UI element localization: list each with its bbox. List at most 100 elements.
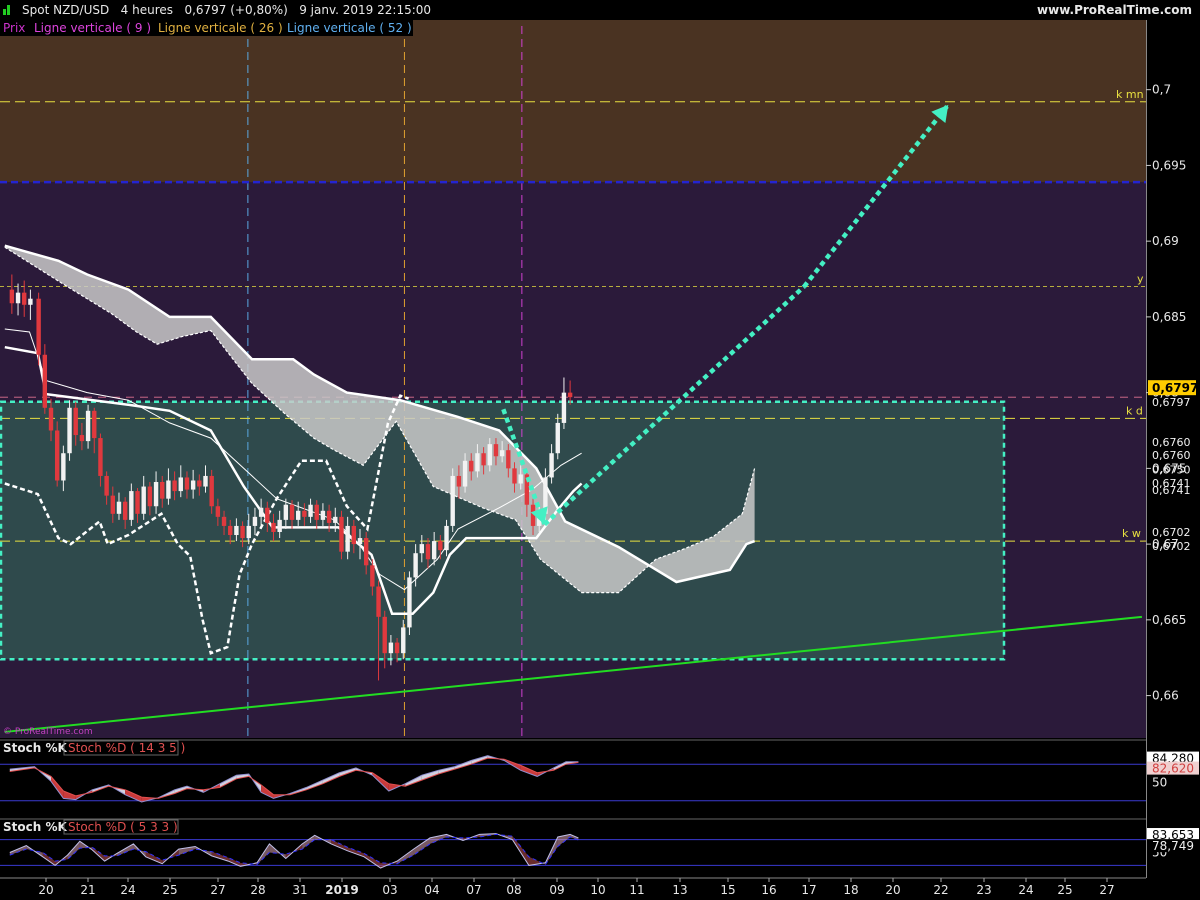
stoch-2-legend-d: Stoch %D ( 5 3 3 ) — [68, 820, 178, 834]
candle-bull — [246, 525, 251, 539]
stoch-2-legend-k: Stoch %K — [3, 820, 67, 834]
candle-bull — [357, 538, 363, 545]
candle-bear — [221, 516, 227, 526]
candle-bear — [438, 541, 443, 551]
date-tick-label: 25 — [1057, 883, 1072, 897]
chart-canvas[interactable]: k mn y k d k w Prix Ligne verticale ( 9 ) Lign… — [0, 20, 1200, 900]
candle-bull — [141, 486, 146, 514]
level-kw-label: k w — [1122, 527, 1141, 540]
axis-value-label: 0,6741 — [1152, 484, 1191, 497]
candle-bear — [122, 501, 128, 520]
candle-bull — [518, 474, 523, 484]
date-tick-label: 22 — [933, 883, 948, 897]
candle-bear — [98, 438, 103, 476]
price-tick-label: 0,665 — [1152, 613, 1186, 627]
candle-bull — [561, 392, 567, 423]
level-y-label: y — [1137, 273, 1144, 286]
date-tick-label: 27 — [210, 883, 225, 897]
price-tick-label: 0,695 — [1152, 158, 1186, 172]
candle-bull — [333, 516, 338, 523]
candle-bear — [271, 522, 276, 532]
candle-bear — [351, 525, 357, 545]
date-tick-label: 13 — [672, 883, 687, 897]
candle-bull — [28, 298, 33, 305]
candle-bull — [61, 453, 66, 481]
date-tick-label: 03 — [382, 883, 397, 897]
candle-bear — [339, 516, 344, 552]
candle-bull — [129, 491, 134, 520]
level-kd-label: k d — [1126, 404, 1143, 417]
candle-bear — [135, 491, 140, 514]
watermark: © ProRealTime.com — [3, 727, 93, 737]
candle-bear — [215, 506, 221, 517]
date-tick-label: 20 — [885, 883, 900, 897]
candle-bear — [9, 289, 15, 304]
date-tick-label: 10 — [590, 883, 605, 897]
title-bar: Spot NZD/USD 4 heures 0,6797 (+0,80%) 9 … — [0, 0, 1200, 20]
candle-bear — [92, 410, 97, 439]
candle-bull — [234, 525, 239, 536]
candle-bull — [203, 475, 208, 487]
candle-bear — [326, 510, 332, 523]
price-tick-label: 0,7 — [1152, 83, 1171, 97]
candle-bear — [289, 504, 295, 520]
candle-bear — [506, 450, 511, 469]
candle-bull — [67, 407, 72, 454]
candle-bull — [277, 519, 282, 532]
candle-bull — [487, 444, 492, 466]
candle-bear — [493, 444, 499, 457]
stoch-1-legend-k: Stoch %K — [3, 741, 67, 755]
date-tick-label: 07 — [466, 883, 481, 897]
candle-bull — [15, 292, 21, 304]
candle-bear — [567, 392, 573, 398]
date-tick-label: 08 — [506, 883, 521, 897]
candle-bull — [190, 480, 196, 490]
candle-bear — [147, 486, 153, 507]
candle-bear — [481, 453, 486, 466]
candle-bear — [209, 475, 214, 507]
candle-bull — [401, 627, 406, 654]
date-tick-label: 18 — [843, 883, 858, 897]
candle-bear — [197, 480, 202, 487]
candle-bull — [85, 410, 91, 442]
candle-bull — [431, 541, 437, 560]
date-tick-label: 24 — [1018, 883, 1033, 897]
candle-bull — [153, 482, 159, 507]
legend-vline-9: Ligne verticale ( 9 ) — [34, 21, 151, 35]
candle-bull — [258, 507, 264, 517]
candle-bear — [314, 504, 319, 520]
stoch-1-tick-50: 50 — [1152, 776, 1167, 790]
candle-bear — [382, 616, 387, 654]
candle-bear — [376, 586, 381, 617]
current-price-label: 0,6797 — [1152, 381, 1198, 395]
date-tick-label: 09 — [549, 883, 564, 897]
date-tick-label: 2019 — [325, 883, 358, 897]
legend-vline-26: Ligne verticale ( 26 ) — [158, 21, 283, 35]
candle-bear — [469, 460, 474, 472]
candle-bear — [54, 430, 60, 481]
candle-bear — [370, 565, 375, 587]
price-tick-label: 0,685 — [1152, 310, 1186, 324]
axis-value-label: 0,6760 — [1152, 449, 1191, 462]
candle-bull — [555, 422, 560, 454]
candle-bull — [407, 577, 412, 628]
candle-bull — [388, 642, 394, 654]
date-tick-label: 25 — [162, 883, 177, 897]
legend-prix: Prix — [3, 21, 25, 35]
candle-bear — [302, 510, 307, 517]
candle-bear — [48, 407, 54, 431]
candle-bear — [172, 480, 177, 492]
candle-bull — [283, 504, 289, 520]
candle-bull — [499, 450, 505, 457]
candle-bear — [110, 495, 115, 514]
date-tick-label: 17 — [801, 883, 816, 897]
stoch-1-d-value: 82,620 — [1152, 762, 1194, 776]
axis-value-label: 0,6797 — [1152, 396, 1191, 409]
date-tick-label: 20 — [38, 883, 53, 897]
legend-vline-52: Ligne verticale ( 52 ) — [287, 21, 412, 35]
candle-bull — [166, 480, 171, 499]
date-tick-label: 28 — [250, 883, 265, 897]
brand-link[interactable]: www.ProRealTime.com — [1037, 0, 1192, 20]
candle-bull — [116, 501, 122, 514]
date-tick-label: 31 — [292, 883, 307, 897]
